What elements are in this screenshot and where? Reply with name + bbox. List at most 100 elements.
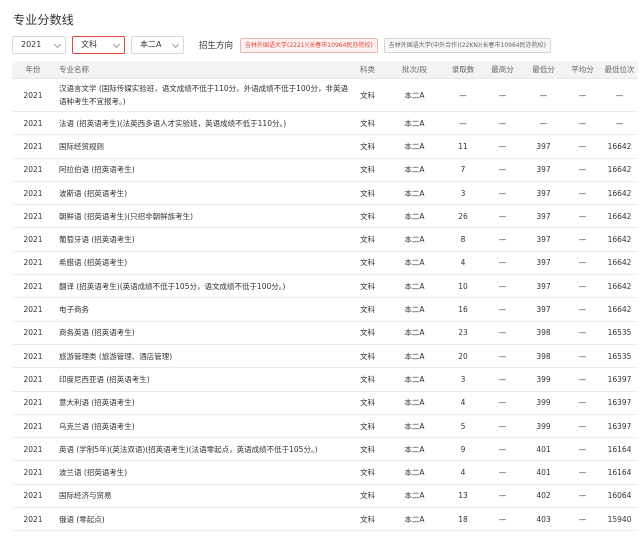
cell-count: 11 xyxy=(444,134,482,159)
cell-count: 7 xyxy=(444,158,482,182)
score-table: 年份 专业名称 科类 批次/段 录取数 最高分 最低分 平均分 最低位次 202… xyxy=(12,61,638,532)
direction-tag-joint[interactable]: 吉林外国语大学(中外合作)(22KN)(长春市10964民办院校) xyxy=(383,37,551,53)
cell-avg: — xyxy=(564,507,601,532)
cell-year: 2021 xyxy=(12,414,54,439)
cell-avg: — xyxy=(564,227,601,252)
table-row: 2021 印度尼西亚语 (招英语考生) 文科 本二A 3—399—16397 xyxy=(12,367,638,392)
cell-count: 4 xyxy=(444,391,482,415)
chevron-down-icon xyxy=(53,40,62,49)
table-row: 2021 电子商务 文科 本二A 16—397—16642 xyxy=(12,297,638,322)
cell-kind: 文科 xyxy=(350,274,385,299)
cell-avg: — xyxy=(564,297,601,322)
cell-min: 397 xyxy=(523,251,564,276)
table-row: 2021 朝鲜语 (招英语考生)(只招非朝鲜族考生) 文科 本二A 26—397—166… xyxy=(12,204,638,229)
cell-name: 葡萄牙语 (招英语考生) xyxy=(54,227,350,252)
cell-year: 2021 xyxy=(12,437,54,462)
cell-max: — xyxy=(482,134,523,159)
cell-rank: 16642 xyxy=(601,274,638,299)
cell-rank: 16164 xyxy=(601,437,638,462)
chevron-down-icon xyxy=(112,40,121,49)
cell-name: 法语 (招英语考生)(法英西多语人才实验班，英语成绩不低于110分。) xyxy=(54,111,350,136)
cell-batch: 本二A xyxy=(385,134,444,159)
cell-max: — xyxy=(482,251,523,276)
cell-count: 23 xyxy=(444,321,482,345)
chevron-down-icon xyxy=(171,40,180,49)
col-max: 最高分 xyxy=(482,61,523,79)
cell-avg: — xyxy=(564,414,601,439)
cell-min: 399 xyxy=(523,391,564,415)
table-row: 2021 葡萄牙语 (招英语考生) 文科 本二A 8—397—16642 xyxy=(12,227,638,252)
cell-min: 397 xyxy=(523,227,564,252)
cell-year: 2021 xyxy=(12,297,54,322)
cell-batch: 本二A xyxy=(385,204,444,229)
cell-name: 旅游管理类 (旅游管理、酒店管理) xyxy=(54,344,350,369)
cell-batch: 本二A xyxy=(385,158,444,182)
cell-rank: — xyxy=(601,111,638,136)
cell-rank: 16642 xyxy=(601,297,638,322)
cell-min: 399 xyxy=(523,414,564,439)
cell-rank: 16064 xyxy=(601,484,638,509)
cell-year: 2021 xyxy=(12,507,54,532)
cell-kind: 文科 xyxy=(350,507,385,532)
cell-kind: 文科 xyxy=(350,251,385,276)
cell-rank: 16397 xyxy=(601,414,638,439)
cell-max: — xyxy=(482,414,523,439)
cell-kind: 文科 xyxy=(350,391,385,415)
cell-kind: 文科 xyxy=(350,111,385,136)
cell-avg: — xyxy=(564,158,601,182)
cell-name: 国际经济与贸易 xyxy=(54,484,350,509)
cell-name: 阿拉伯语 (招英语考生) xyxy=(54,158,350,182)
cell-avg: — xyxy=(564,391,601,415)
col-name: 专业名称 xyxy=(54,61,350,79)
cell-max: — xyxy=(482,367,523,392)
cell-batch: 本二A xyxy=(385,321,444,345)
cell-max: — xyxy=(482,460,523,485)
cell-rank: 16397 xyxy=(601,367,638,392)
cell-name: 电子商务 xyxy=(54,297,350,322)
direction-tag-main[interactable]: 吉林外国语大学(2221)(长春市10964民办院校) xyxy=(240,37,378,53)
cell-kind: 文科 xyxy=(350,484,385,509)
cell-rank: 16642 xyxy=(601,227,638,252)
cell-count: 3 xyxy=(444,367,482,392)
batch-select[interactable]: 本二A xyxy=(131,36,184,54)
table-row: 2021 波斯语 (招英语考生) 文科 本二A 3—397—16642 xyxy=(12,181,638,206)
cell-kind: 文科 xyxy=(350,460,385,485)
cell-rank: 16535 xyxy=(601,321,638,345)
cell-min: 397 xyxy=(523,158,564,182)
cell-year: 2021 xyxy=(12,274,54,299)
cell-rank: 16642 xyxy=(601,181,638,206)
cell-name: 翻译 (招英语考生)(英语成绩不低于105分，语文成绩不低于100分。) xyxy=(54,274,350,299)
col-year: 年份 xyxy=(12,61,54,79)
cell-year: 2021 xyxy=(12,134,54,159)
cell-avg: — xyxy=(564,344,601,369)
table-row: 2021 俄语 (零起点) 文科 本二A 18—403—15940 xyxy=(12,507,638,532)
year-select[interactable]: 2021 xyxy=(12,36,66,54)
table-row: 2021 英语 (学制5年)(英法双语)(招英语考生)(法语零起点，英语成绩不低于… xyxy=(12,437,638,462)
col-kind: 科类 xyxy=(350,61,385,79)
cell-batch: 本二A xyxy=(385,111,444,136)
cell-year: 2021 xyxy=(12,344,54,369)
cell-year: 2021 xyxy=(12,78,54,112)
cell-year: 2021 xyxy=(12,181,54,206)
cell-max: — xyxy=(482,507,523,532)
cell-avg: — xyxy=(564,321,601,345)
cell-name: 英语 (学制5年)(英法双语)(招英语考生)(法语零起点，英语成绩不低于105分… xyxy=(54,437,350,462)
cell-count: 5 xyxy=(444,414,482,439)
cell-batch: 本二A xyxy=(385,391,444,415)
table-row: 2021 法语 (招英语考生)(法英西多语人才实验班，英语成绩不低于110分。) 文… xyxy=(12,111,638,136)
cell-count: 16 xyxy=(444,297,482,322)
cell-avg: — xyxy=(564,484,601,509)
cell-avg: — xyxy=(564,78,601,112)
cell-year: 2021 xyxy=(12,391,54,415)
cell-batch: 本二A xyxy=(385,460,444,485)
cell-year: 2021 xyxy=(12,460,54,485)
cell-year: 2021 xyxy=(12,158,54,182)
subject-select[interactable]: 文科 xyxy=(72,36,125,54)
cell-count: 9 xyxy=(444,437,482,462)
table-row: 2021 旅游管理类 (旅游管理、酒店管理) 文科 本二A 20—398—16535 xyxy=(12,344,638,369)
cell-rank: 16164 xyxy=(601,460,638,485)
cell-kind: 文科 xyxy=(350,367,385,392)
cell-avg: — xyxy=(564,367,601,392)
cell-count: — xyxy=(444,111,482,136)
cell-count: 4 xyxy=(444,251,482,276)
